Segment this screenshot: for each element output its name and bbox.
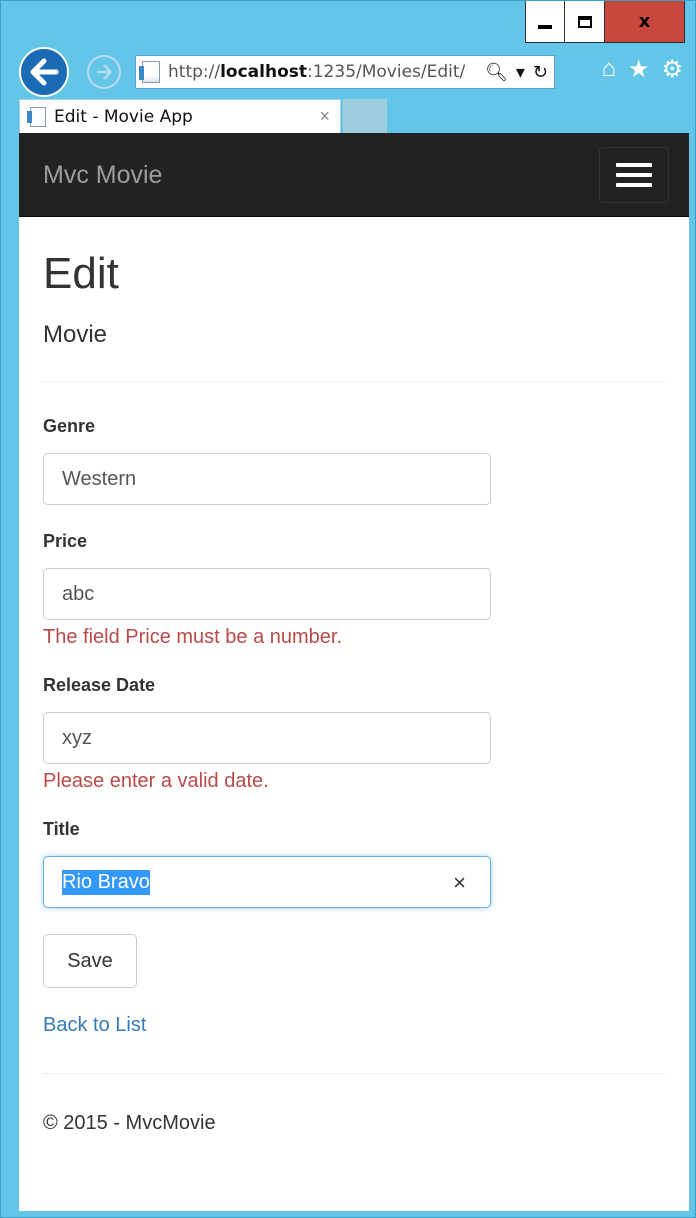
page-title: Edit xyxy=(43,249,119,298)
price-error: The field Price must be a number. xyxy=(43,626,343,648)
tab-strip: Edit - Movie App × xyxy=(1,99,696,133)
address-url[interactable]: http://localhost:1235/Movies/Edit/ xyxy=(168,62,479,82)
page-subtitle: Movie xyxy=(43,321,108,348)
maximize-button[interactable] xyxy=(565,1,605,43)
footer-divider xyxy=(43,1073,665,1074)
back-arrow-icon xyxy=(30,58,59,86)
close-tab-icon[interactable]: × xyxy=(319,106,330,127)
refresh-icon[interactable]: ↻ xyxy=(533,62,548,83)
minimize-icon xyxy=(538,24,552,29)
price-value: abc xyxy=(62,582,95,605)
back-button[interactable] xyxy=(19,47,69,97)
title-value: Rio Bravo xyxy=(62,869,150,895)
title-label: Title xyxy=(43,819,80,839)
price-input[interactable]: abc xyxy=(43,568,491,620)
price-group: Price abc The field Price must be a numb… xyxy=(43,531,665,649)
favorites-star-icon[interactable]: ★ xyxy=(628,55,650,84)
minimize-button[interactable] xyxy=(525,1,565,43)
release-date-error: Please enter a valid date. xyxy=(43,770,269,792)
title-group: Title Rio Bravo × xyxy=(43,819,665,908)
browser-toolbar: ⌂ ★ ⚙ xyxy=(601,55,683,84)
forward-button[interactable] xyxy=(87,55,121,89)
genre-group: Genre Western xyxy=(43,416,665,505)
dropdown-icon[interactable]: ▾ xyxy=(516,62,525,83)
close-icon: x xyxy=(638,11,651,32)
new-tab-button[interactable] xyxy=(343,99,387,133)
search-icon[interactable]: 🔍︎ xyxy=(485,62,508,83)
release-date-value: xyz xyxy=(62,726,92,749)
close-window-button[interactable]: x xyxy=(605,1,685,43)
maximize-icon xyxy=(577,15,592,28)
menu-icon-bar xyxy=(616,173,652,177)
browser-navigation: http://localhost:1235/Movies/Edit/ 🔍︎ ▾ … xyxy=(1,45,696,97)
menu-toggle-button[interactable] xyxy=(599,147,669,203)
menu-icon-bar xyxy=(616,163,652,167)
page-viewport: Mvc Movie Edit Movie Genre Western Price… xyxy=(19,133,689,1211)
footer-copyright: © 2015 - MvcMovie xyxy=(43,1112,216,1134)
clear-input-icon[interactable]: × xyxy=(453,870,466,896)
save-button[interactable]: Save xyxy=(43,934,137,988)
address-actions: 🔍︎ ▾ ↻ xyxy=(485,62,548,83)
release-date-group: Release Date xyz Please enter a valid da… xyxy=(43,675,665,793)
main-content: Edit Movie Genre Western Price abc The f… xyxy=(19,249,689,1135)
genre-label: Genre xyxy=(43,416,96,436)
page-icon xyxy=(139,61,160,83)
tab-edit-movie[interactable]: Edit - Movie App × xyxy=(19,99,341,133)
home-icon[interactable]: ⌂ xyxy=(601,55,616,84)
price-label: Price xyxy=(43,531,88,551)
menu-icon-bar xyxy=(616,183,652,187)
window-controls: x xyxy=(525,1,685,43)
back-to-list-link[interactable]: Back to List xyxy=(43,1014,146,1037)
forward-arrow-icon xyxy=(97,64,112,80)
page-icon xyxy=(27,106,46,127)
genre-value: Western xyxy=(62,467,137,490)
app-navbar: Mvc Movie xyxy=(19,133,689,217)
divider xyxy=(43,381,665,382)
tab-title: Edit - Movie App xyxy=(54,106,193,127)
address-bar[interactable]: http://localhost:1235/Movies/Edit/ 🔍︎ ▾ … xyxy=(135,55,555,89)
title-input[interactable]: Rio Bravo × xyxy=(43,856,491,908)
genre-input[interactable]: Western xyxy=(43,453,491,505)
brand-link[interactable]: Mvc Movie xyxy=(43,161,162,190)
release-date-label: Release Date xyxy=(43,675,156,695)
release-date-input[interactable]: xyz xyxy=(43,712,491,764)
settings-gear-icon[interactable]: ⚙ xyxy=(661,55,683,84)
browser-window: x http://localhost:1235/Movies/Edit/ 🔍︎ … xyxy=(0,0,696,1218)
